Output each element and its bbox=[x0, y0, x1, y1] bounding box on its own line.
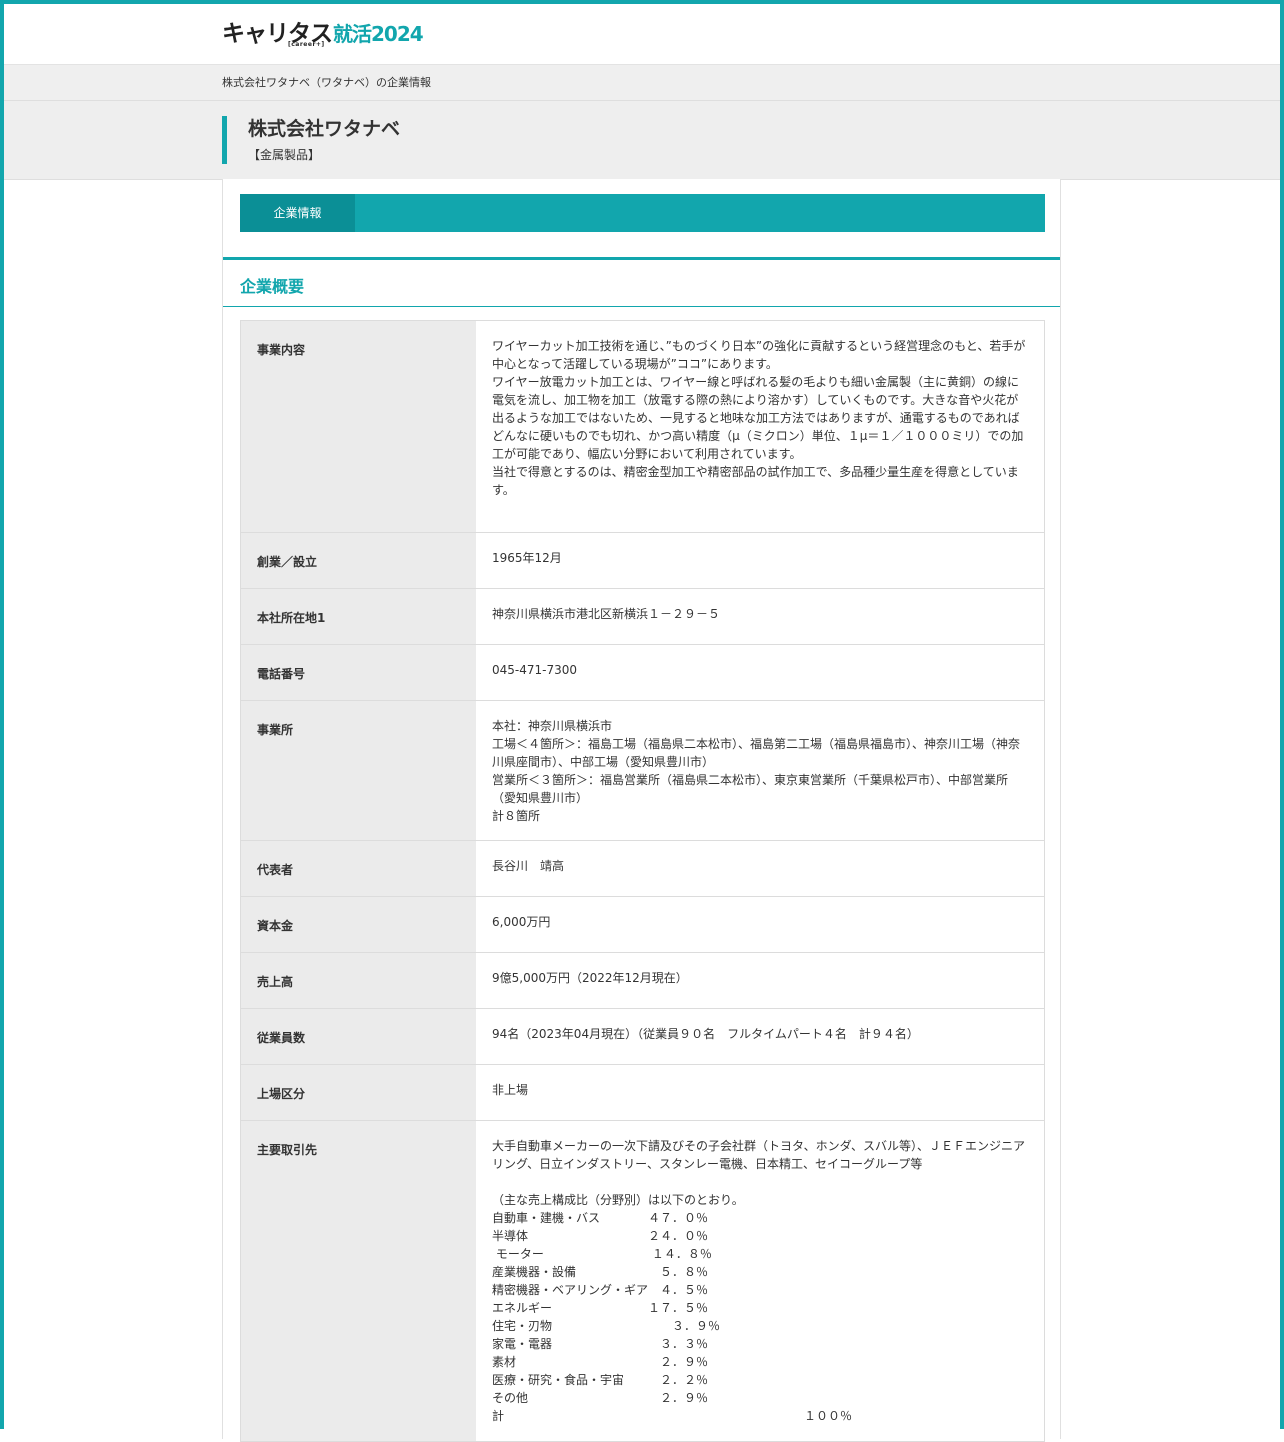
company-info-table: 事業内容 ワイヤーカット加工技術を通じ、”ものづくり日本”の強化に貢献するという… bbox=[240, 320, 1045, 1442]
row-label: 資本金 bbox=[241, 897, 476, 952]
row-label: 上場区分 bbox=[241, 1065, 476, 1120]
section-header: 企業概要 bbox=[223, 257, 1060, 307]
logo-accent-text: 就活2024 bbox=[333, 22, 424, 46]
table-row: 電話番号 045-471-7300 bbox=[241, 645, 1044, 701]
row-label: 主要取引先 bbox=[241, 1121, 476, 1441]
table-row: 従業員数 94名（2023年04月現在）（従業員９０名 フルタイムパート４名 計… bbox=[241, 1009, 1044, 1065]
tab-company-info[interactable]: 企業情報 bbox=[240, 194, 355, 232]
row-value: 6,000万円 bbox=[492, 915, 551, 929]
row-value: 非上場 bbox=[492, 1083, 529, 1097]
section-title: 企業概要 bbox=[240, 277, 305, 296]
company-name: 株式会社ワタナベ bbox=[248, 118, 401, 140]
row-value: 神奈川県横浜市港北区新横浜１－２９－５ bbox=[492, 607, 721, 621]
table-row: 主要取引先 大手自動車メーカーの一次下請及びその子会社群（トヨタ、ホンダ、スバル… bbox=[241, 1121, 1044, 1442]
row-label: 電話番号 bbox=[241, 645, 476, 700]
table-row: 資本金 6,000万円 bbox=[241, 897, 1044, 953]
site-header: キャリタス 就活2024 [career+] bbox=[0, 0, 1284, 64]
row-value: 長谷川 靖高 bbox=[492, 859, 565, 873]
table-row: 売上高 9億5,000万円（2022年12月現在） bbox=[241, 953, 1044, 1009]
row-label: 売上高 bbox=[241, 953, 476, 1008]
table-row: 代表者 長谷川 靖高 bbox=[241, 841, 1044, 897]
row-value: 本社：神奈川県横浜市 工場＜４箇所＞：福島工場（福島県二本松市）、福島第二工場（… bbox=[492, 719, 1021, 823]
row-label: 事業所 bbox=[241, 701, 476, 840]
table-row: 事業所 本社：神奈川県横浜市 工場＜４箇所＞：福島工場（福島県二本松市）、福島第… bbox=[241, 701, 1044, 841]
row-value: 94名（2023年04月現在）（従業員９０名 フルタイムパート４名 計９４名） bbox=[492, 1027, 919, 1041]
breadcrumb-band: 株式会社ワタナベ（ワタナベ）の企業情報 bbox=[0, 64, 1284, 101]
company-header: 株式会社ワタナベ 【金属製品】 bbox=[0, 101, 1284, 180]
row-label: 従業員数 bbox=[241, 1009, 476, 1064]
table-row: 本社所在地1 神奈川県横浜市港北区新横浜１－２９－５ bbox=[241, 589, 1044, 645]
row-label: 事業内容 bbox=[241, 321, 476, 532]
row-value: ワイヤーカット加工技術を通じ、”ものづくり日本”の強化に貢献するという経営理念の… bbox=[492, 339, 1026, 497]
row-value: 1965年12月 bbox=[492, 551, 562, 565]
table-row: 創業／設立 1965年12月 bbox=[241, 533, 1044, 589]
row-label: 本社所在地1 bbox=[241, 589, 476, 644]
company-accent-bar bbox=[222, 116, 227, 164]
table-row: 上場区分 非上場 bbox=[241, 1065, 1044, 1121]
company-industry: 【金属製品】 bbox=[248, 148, 321, 162]
row-value: 大手自動車メーカーの一次下請及びその子会社群（トヨタ、ホンダ、スバル等）、ＪＥＦ… bbox=[492, 1139, 1026, 1423]
table-row: 事業内容 ワイヤーカット加工技術を通じ、”ものづくり日本”の強化に貢献するという… bbox=[241, 321, 1044, 533]
row-value: 9億5,000万円（2022年12月現在） bbox=[492, 971, 688, 985]
tab-bar: 企業情報 bbox=[240, 194, 1045, 232]
logo-sub-text: [career+] bbox=[288, 41, 325, 48]
row-value: 045-471-7300 bbox=[492, 663, 578, 677]
site-logo[interactable]: キャリタス 就活2024 [career+] bbox=[222, 18, 424, 48]
row-label: 創業／設立 bbox=[241, 533, 476, 588]
main-content: 企業情報 企業概要 事業内容 ワイヤーカット加工技術を通じ、”ものづくり日本”の… bbox=[222, 179, 1061, 1442]
row-label: 代表者 bbox=[241, 841, 476, 896]
breadcrumb: 株式会社ワタナベ（ワタナベ）の企業情報 bbox=[222, 76, 431, 89]
